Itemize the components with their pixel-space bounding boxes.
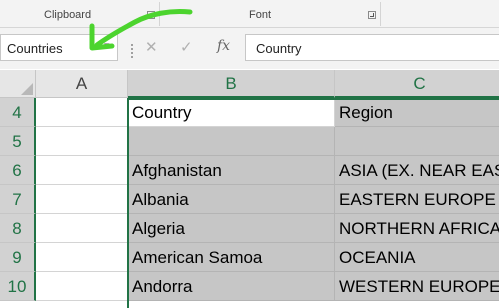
row-header[interactable]: 10: [0, 272, 36, 301]
clipboard-group-label: Clipboard: [44, 9, 92, 21]
cell-c10[interactable]: WESTERN EUROPE: [335, 272, 499, 301]
cell-c7[interactable]: EASTERN EUROPE: [335, 185, 499, 214]
cancel-icon[interactable]: ✕: [145, 38, 158, 56]
resize-handle[interactable]: [131, 44, 135, 58]
cell-b5[interactable]: [128, 127, 335, 156]
column-header-b[interactable]: B: [128, 70, 335, 98]
cell-c5[interactable]: [335, 127, 499, 156]
cell-c4[interactable]: Region: [335, 98, 499, 127]
ribbon-group-strip: Clipboard Font: [0, 0, 499, 28]
column-header-c[interactable]: C: [335, 70, 499, 98]
row-header[interactable]: 4: [0, 98, 36, 127]
cell-b9[interactable]: American Samoa: [128, 243, 335, 272]
cell-b10[interactable]: Andorra: [128, 272, 335, 301]
cell-a7[interactable]: [36, 185, 128, 214]
name-box[interactable]: Countries: [0, 34, 118, 61]
cell-c8[interactable]: NORTHERN AFRICA: [335, 214, 499, 243]
formula-bar: Countries ▾ ✕ ✓ fx Country: [0, 28, 499, 69]
insert-function-icon[interactable]: fx: [217, 38, 230, 54]
row-header[interactable]: 9: [0, 243, 36, 272]
cell-a4[interactable]: [36, 98, 128, 127]
cell-a8[interactable]: [36, 214, 128, 243]
row-header[interactable]: 5: [0, 127, 36, 156]
formula-input[interactable]: Country: [245, 34, 499, 61]
enter-icon[interactable]: ✓: [180, 38, 193, 56]
clipboard-dialog-launcher-icon[interactable]: [147, 11, 155, 19]
font-dialog-launcher-icon[interactable]: [368, 11, 376, 19]
cell-c9[interactable]: OCEANIA: [335, 243, 499, 272]
row-header[interactable]: 8: [0, 214, 36, 243]
cell-a10[interactable]: [36, 272, 128, 301]
cell-b8[interactable]: Algeria: [128, 214, 335, 243]
select-all-button[interactable]: [0, 70, 36, 98]
row-header[interactable]: 6: [0, 156, 36, 185]
cell-a9[interactable]: [36, 243, 128, 272]
cell-a5[interactable]: [36, 127, 128, 156]
cell-a6[interactable]: [36, 156, 128, 185]
cell-b6[interactable]: Afghanistan: [128, 156, 335, 185]
group-separator: [380, 2, 381, 26]
worksheet-grid: A B C 4 Country Region 5 6 Afghanistan A…: [0, 70, 499, 306]
row-header[interactable]: 7: [0, 185, 36, 214]
font-group-label: Font: [249, 9, 272, 21]
group-separator: [159, 2, 160, 26]
chevron-down-icon[interactable]: ▾: [104, 39, 110, 52]
cell-b7[interactable]: Albania: [128, 185, 335, 214]
cell-b4-active[interactable]: Country: [128, 98, 335, 127]
cell-c6[interactable]: ASIA (EX. NEAR EAST): [335, 156, 499, 185]
column-header-a[interactable]: A: [36, 70, 128, 98]
